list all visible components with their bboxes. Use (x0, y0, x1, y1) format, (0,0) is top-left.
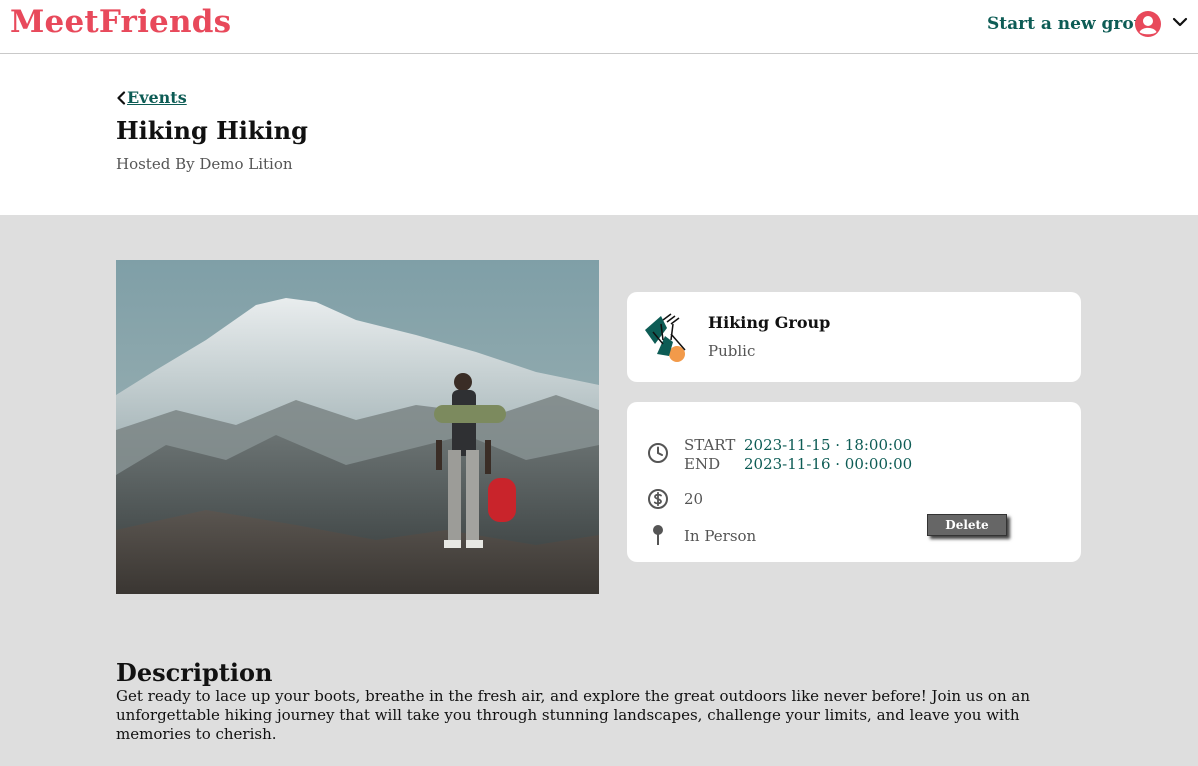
description-heading: Description (116, 658, 273, 687)
delete-event-button[interactable]: Delete (927, 514, 1007, 536)
hiking-group-logo-icon (645, 313, 686, 362)
event-price: 20 (684, 490, 704, 508)
chevron-left-icon[interactable] (116, 90, 126, 105)
page-title: Hiking Hiking (116, 116, 308, 145)
clock-icon (648, 443, 668, 463)
start-datetime: 2023-11-15 · 18:00:00 (744, 436, 913, 454)
dollar-circle-icon (648, 489, 668, 509)
group-card[interactable]: Hiking Group Public (627, 292, 1081, 382)
map-pin-icon (653, 525, 663, 545)
group-name[interactable]: Hiking Group (708, 313, 830, 332)
start-label: START (684, 436, 736, 454)
end-datetime: 2023-11-16 · 00:00:00 (744, 455, 913, 473)
event-image (116, 260, 599, 594)
user-circle-icon[interactable] (1134, 10, 1162, 38)
description-text: Get ready to lace up your boots, breathe… (116, 687, 1030, 743)
end-label: END (684, 455, 721, 473)
start-new-group-link[interactable]: Start a new group (987, 14, 1158, 34)
event-location-type: In Person (684, 527, 757, 545)
back-to-events-link[interactable]: Events (127, 88, 187, 107)
group-privacy: Public (708, 342, 756, 360)
chevron-down-icon[interactable] (1172, 16, 1188, 28)
logo[interactable]: MeetFriends (10, 4, 231, 40)
event-details-card: START 2023-11-15 · 18:00:00 END 2023-11-… (627, 402, 1081, 562)
top-nav-bar: MeetFriends Start a new group (0, 0, 1198, 54)
hosted-by-text: Hosted By Demo Lition (116, 155, 293, 173)
breadcrumb: Events (116, 88, 187, 107)
